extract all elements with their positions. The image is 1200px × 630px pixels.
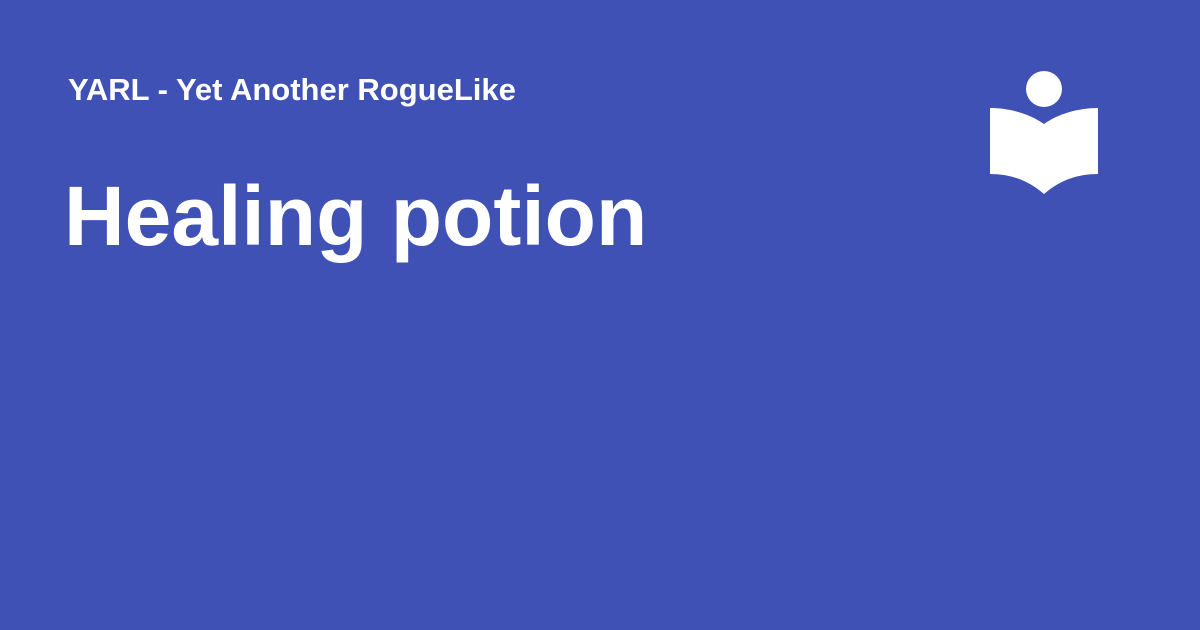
- site-name: YARL - Yet Another RogueLike: [68, 72, 516, 107]
- reader-book-icon: [988, 70, 1100, 196]
- page-title: Healing potion: [64, 169, 648, 263]
- social-card: YARL - Yet Another RogueLike Healing pot…: [0, 0, 1200, 630]
